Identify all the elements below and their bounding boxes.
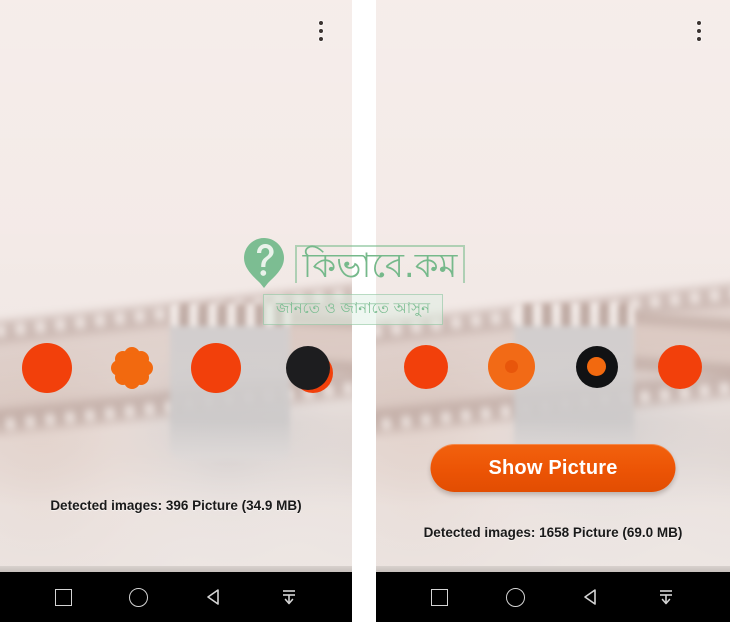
- hide-navbar-button[interactable]: [649, 580, 683, 614]
- home-button[interactable]: [122, 580, 156, 614]
- circle-icon: [129, 587, 148, 607]
- left-navigation-bar: [0, 572, 352, 622]
- hide-navbar-button[interactable]: [272, 580, 306, 614]
- square-icon: [55, 588, 72, 606]
- scan-dot-solid: [22, 343, 72, 393]
- scan-dot-black-disc: [285, 346, 330, 390]
- scan-dot-target-core: [505, 360, 519, 373]
- recents-button[interactable]: [423, 580, 457, 614]
- detected-images-caption: Detected images: 396 Picture (34.9 MB): [50, 498, 302, 513]
- right-navigation-bar: [376, 572, 730, 622]
- menu-dot-3: [697, 37, 701, 41]
- menu-dot-2: [697, 29, 701, 33]
- warm-color-wash: [0, 0, 352, 622]
- left-scan-indicator-row: [0, 343, 352, 393]
- back-button[interactable]: [574, 580, 608, 614]
- scan-dot-solid: [404, 344, 448, 389]
- scan-dot-ring-core: [587, 357, 607, 376]
- scan-dot-gear: [116, 353, 147, 383]
- screenshot-stage: Detected images: 396 Picture (34.9 MB) S…: [0, 0, 730, 622]
- triangle-left-icon: [206, 589, 219, 605]
- scan-dot-solid-2: [191, 343, 242, 393]
- right-scan-indicator-row: [376, 343, 730, 390]
- scan-dot-ring: [575, 345, 618, 388]
- show-picture-button[interactable]: Show Picture: [430, 444, 676, 492]
- square-icon: [431, 588, 449, 606]
- overflow-menu-icon[interactable]: [686, 16, 712, 46]
- detected-images-caption: Detected images: 1658 Picture (69.0 MB): [423, 525, 683, 540]
- home-button[interactable]: [498, 580, 532, 614]
- menu-dot-3: [319, 37, 323, 41]
- right-phone-panel: Show Picture Detected images: 1658 Pictu…: [376, 0, 730, 622]
- panel-divider: [352, 0, 376, 622]
- circle-icon: [505, 587, 525, 607]
- scan-dot-black-cut: [285, 346, 333, 393]
- left-background-photo: [0, 0, 352, 622]
- menu-dot-1: [319, 21, 323, 25]
- menu-dot-2: [319, 29, 323, 33]
- left-phone-panel: Detected images: 396 Picture (34.9 MB): [0, 0, 352, 622]
- scan-dot-target: [488, 343, 536, 390]
- back-button[interactable]: [197, 580, 231, 614]
- arrow-down-bar-icon: [282, 590, 295, 605]
- triangle-left-icon: [583, 589, 596, 605]
- menu-dot-1: [697, 21, 701, 25]
- overflow-menu-icon[interactable]: [308, 16, 334, 46]
- recents-button[interactable]: [47, 580, 81, 614]
- arrow-down-bar-icon: [660, 590, 673, 605]
- scan-dot-solid-2: [657, 344, 702, 389]
